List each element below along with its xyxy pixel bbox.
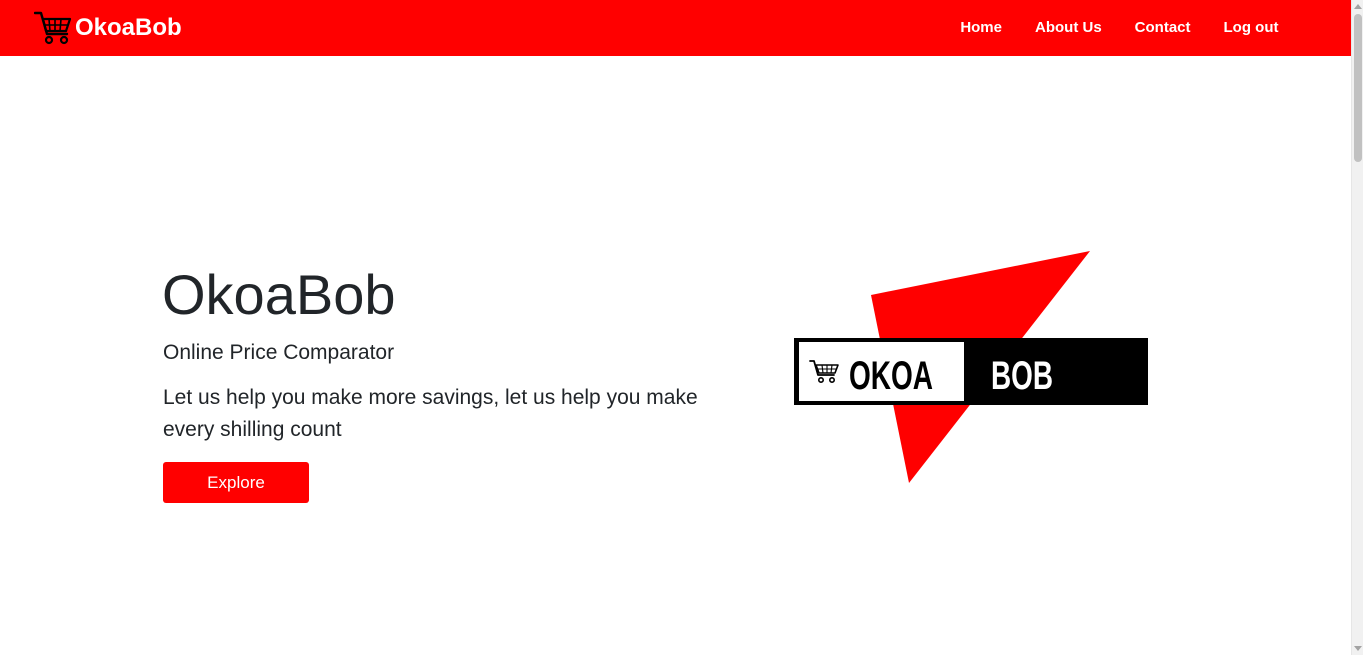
hero-logo: OKOA BOB: [794, 251, 1148, 483]
logo-right-text: BOB: [991, 354, 1053, 398]
logo-left-text: OKOA: [849, 354, 933, 398]
vertical-scrollbar[interactable]: [1351, 0, 1363, 655]
hero-title: OkoaBob: [162, 263, 396, 326]
page: OkoaBob Home About Us Contact Log out Ok…: [0, 0, 1363, 655]
nav-link-contact[interactable]: Contact: [1118, 18, 1207, 38]
scroll-down-arrow-icon[interactable]: [1354, 646, 1362, 651]
nav-link-log-out[interactable]: Log out: [1207, 18, 1295, 38]
nav-links: Home About Us Contact Log out: [944, 0, 1295, 56]
brand-link[interactable]: OkoaBob: [34, 10, 182, 46]
nav-link-about-us[interactable]: About Us: [1019, 18, 1119, 38]
navbar: OkoaBob Home About Us Contact Log out: [0, 0, 1351, 56]
shopping-cart-icon: [34, 11, 72, 45]
brand-name: OkoaBob: [75, 14, 182, 41]
hero-subtitle: Online Price Comparator: [163, 341, 395, 364]
nav-link-home[interactable]: Home: [944, 18, 1019, 38]
hero-tagline: Let us help you make more savings, let u…: [163, 386, 698, 441]
scroll-up-arrow-icon[interactable]: [1354, 4, 1362, 9]
explore-button[interactable]: Explore: [163, 462, 309, 503]
scrollbar-thumb[interactable]: [1354, 14, 1362, 162]
